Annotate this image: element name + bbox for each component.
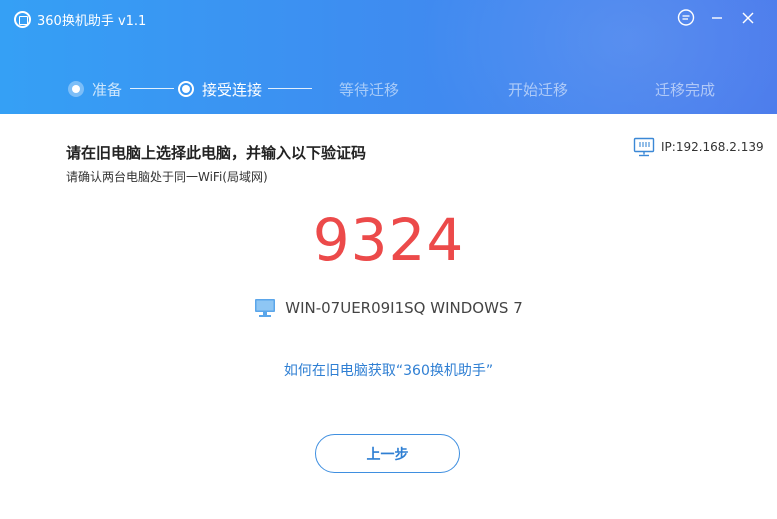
step-start-migration: 开始迁移 (508, 78, 568, 100)
step-label: 迁移完成 (655, 80, 716, 99)
minimize-icon (712, 17, 722, 19)
instruction-heading: 请在旧电脑上选择此电脑，并输入以下验证码 (66, 144, 367, 162)
step-label: 准备 (92, 80, 123, 99)
close-button[interactable] (737, 8, 759, 28)
title-bar: 360换机助手 v1.1 (14, 9, 146, 29)
step-prepare: 准备 (68, 78, 122, 100)
ip-address: IP:192.168.2.139 (633, 137, 764, 157)
step-done-icon (68, 81, 84, 97)
feedback-button[interactable] (675, 8, 697, 28)
wifi-notice: 请确认两台电脑处于同一WiFi(局域网) (66, 170, 268, 184)
step-label: 等待迁移 (339, 80, 400, 99)
device-info: WIN-07UER09I1SQ WINDOWS 7 (0, 298, 777, 318)
step-connector (130, 88, 174, 89)
monitor-icon (255, 299, 276, 317)
network-icon (633, 137, 655, 157)
header: 360换机助手 v1.1 准备 接受连接 等待迁移 开始迁移 迁移完成 (0, 0, 777, 114)
step-connector (268, 88, 312, 89)
close-icon (742, 12, 754, 24)
feedback-icon (677, 9, 695, 26)
step-complete: 迁移完成 (655, 78, 715, 100)
verification-code: 9324 (312, 206, 465, 274)
app-title: 360换机助手 v1.1 (37, 13, 147, 29)
device-name: WIN-07UER09I1SQ WINDOWS 7 (285, 299, 523, 317)
progress-steps: 准备 接受连接 等待迁移 开始迁移 迁移完成 (0, 78, 777, 100)
step-waiting: 等待迁移 (339, 78, 399, 100)
back-button[interactable]: 上一步 (315, 434, 460, 473)
app-logo-icon (14, 10, 31, 28)
step-accept-connection: 接受连接 (178, 78, 262, 100)
help-link[interactable]: 如何在旧电脑获取“360换机助手” (0, 360, 777, 380)
step-active-icon (178, 81, 194, 97)
ip-text: IP:192.168.2.139 (661, 140, 764, 154)
minimize-button[interactable] (706, 8, 728, 28)
step-label: 接受连接 (202, 80, 263, 99)
step-label: 开始迁移 (508, 80, 569, 99)
